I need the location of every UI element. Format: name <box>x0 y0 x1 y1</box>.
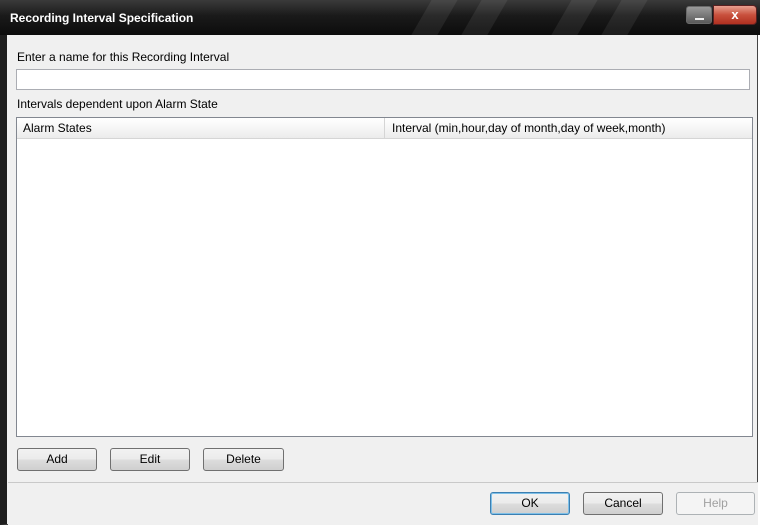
window-title: Recording Interval Specification <box>10 11 194 25</box>
edit-button[interactable]: Edit <box>110 448 190 471</box>
titlebar-gloss <box>452 0 514 35</box>
close-button[interactable]: x <box>713 5 757 25</box>
delete-button[interactable]: Delete <box>203 448 284 471</box>
help-button[interactable]: Help <box>676 492 755 515</box>
column-header-alarm-states[interactable]: Alarm States <box>17 118 385 138</box>
title-bar[interactable]: Recording Interval Specification x <box>0 0 760 35</box>
name-label: Enter a name for this Recording Interval <box>17 50 230 64</box>
titlebar-gloss <box>402 0 464 35</box>
cancel-button[interactable]: Cancel <box>583 492 663 515</box>
column-header-interval[interactable]: Interval (min,hour,day of month,day of w… <box>386 118 752 138</box>
alarm-intervals-list[interactable]: Alarm States Interval (min,hour,day of m… <box>16 117 753 437</box>
close-icon: x <box>731 7 739 22</box>
add-button[interactable]: Add <box>17 448 97 471</box>
list-header: Alarm States Interval (min,hour,day of m… <box>17 118 752 139</box>
interval-name-input[interactable] <box>16 69 750 90</box>
minimize-button[interactable] <box>686 6 712 24</box>
ok-button[interactable]: OK <box>490 492 570 515</box>
intervals-label: Intervals dependent upon Alarm State <box>17 97 218 111</box>
titlebar-gloss <box>592 0 654 35</box>
titlebar-gloss <box>542 0 604 35</box>
